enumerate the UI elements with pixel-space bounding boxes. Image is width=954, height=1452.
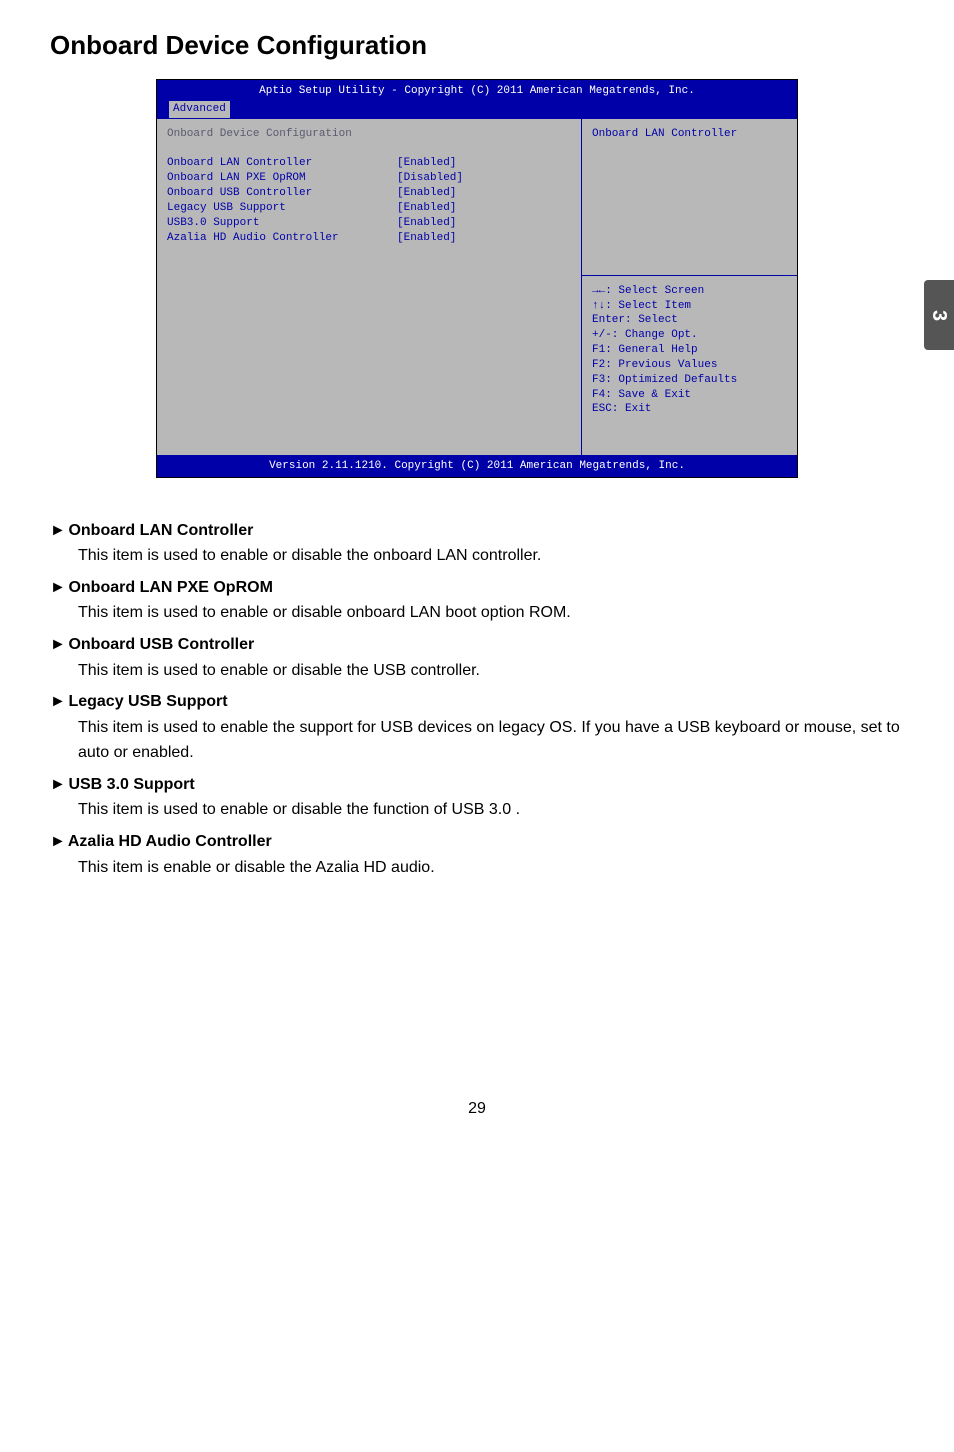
bios-header: Aptio Setup Utility - Copyright (C) 2011… [157,80,797,118]
bios-setting-row: Onboard USB Controller[Enabled] [167,186,571,201]
desc-title: ► Onboard LAN Controller [50,518,904,544]
bios-setting-row: Azalia HD Audio Controller[Enabled] [167,231,571,246]
desc-title: ► USB 3.0 Support [50,772,904,798]
bios-tab-advanced: Advanced [169,101,230,118]
bios-screenshot: Aptio Setup Utility - Copyright (C) 2011… [156,79,798,478]
desc-title: ► Onboard USB Controller [50,632,904,658]
description-list: ► Onboard LAN Controller This item is us… [50,518,904,881]
bios-header-title: Aptio Setup Utility - Copyright (C) 2011… [163,84,791,99]
bios-left-heading: Onboard Device Configuration [167,127,571,142]
page-title: Onboard Device Configuration [50,30,904,61]
chapter-side-tab: 3 [924,280,954,350]
desc-body: This item is enable or disable the Azali… [50,855,904,881]
bios-left-panel: Onboard Device Configuration Onboard LAN… [157,119,582,455]
desc-body: This item is used to enable the support … [50,715,904,766]
page-number: 29 [50,1100,904,1118]
bios-setting-row: Onboard LAN PXE OpROM[Disabled] [167,171,571,186]
desc-title: ► Legacy USB Support [50,689,904,715]
bios-right-description: Onboard LAN Controller [582,119,797,276]
bios-setting-row: USB3.0 Support[Enabled] [167,216,571,231]
bios-footer: Version 2.11.1210. Copyright (C) 2011 Am… [157,455,797,477]
bios-setting-row: Legacy USB Support[Enabled] [167,201,571,216]
bios-help-panel: →←: Select Screen ↑↓: Select Item Enter:… [582,276,797,455]
desc-body: This item is used to enable or disable t… [50,658,904,684]
bios-setting-row: Onboard LAN Controller[Enabled] [167,156,571,171]
desc-body: This item is used to enable or disable t… [50,543,904,569]
desc-title: ► Onboard LAN PXE OpROM [50,575,904,601]
desc-body: This item is used to enable or disable o… [50,600,904,626]
desc-body: This item is used to enable or disable t… [50,797,904,823]
desc-title: ► Azalia HD Audio Controller [50,829,904,855]
